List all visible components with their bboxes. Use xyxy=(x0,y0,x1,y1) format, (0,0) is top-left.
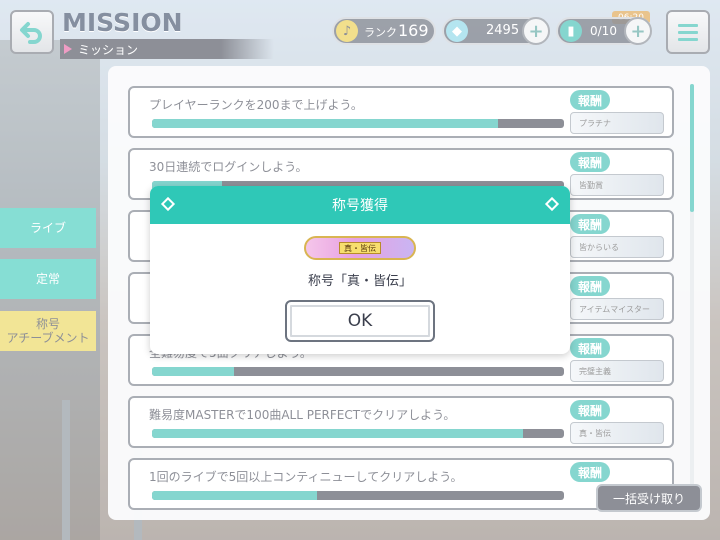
diamond-icon xyxy=(544,196,560,212)
title-acquired-dialog: 称号獲得 真・皆伝 称号「真・皆伝」 OK xyxy=(150,186,570,354)
diamond-icon xyxy=(160,196,176,212)
ok-button[interactable]: OK xyxy=(285,300,435,342)
title-badge-text: 真・皆伝 xyxy=(339,242,381,254)
dialog-title: 称号獲得 xyxy=(332,198,388,214)
title-badge: 真・皆伝 xyxy=(304,236,416,260)
dialog-header: 称号獲得 xyxy=(150,186,570,224)
acquired-title-message: 称号「真・皆伝」 xyxy=(307,274,412,289)
